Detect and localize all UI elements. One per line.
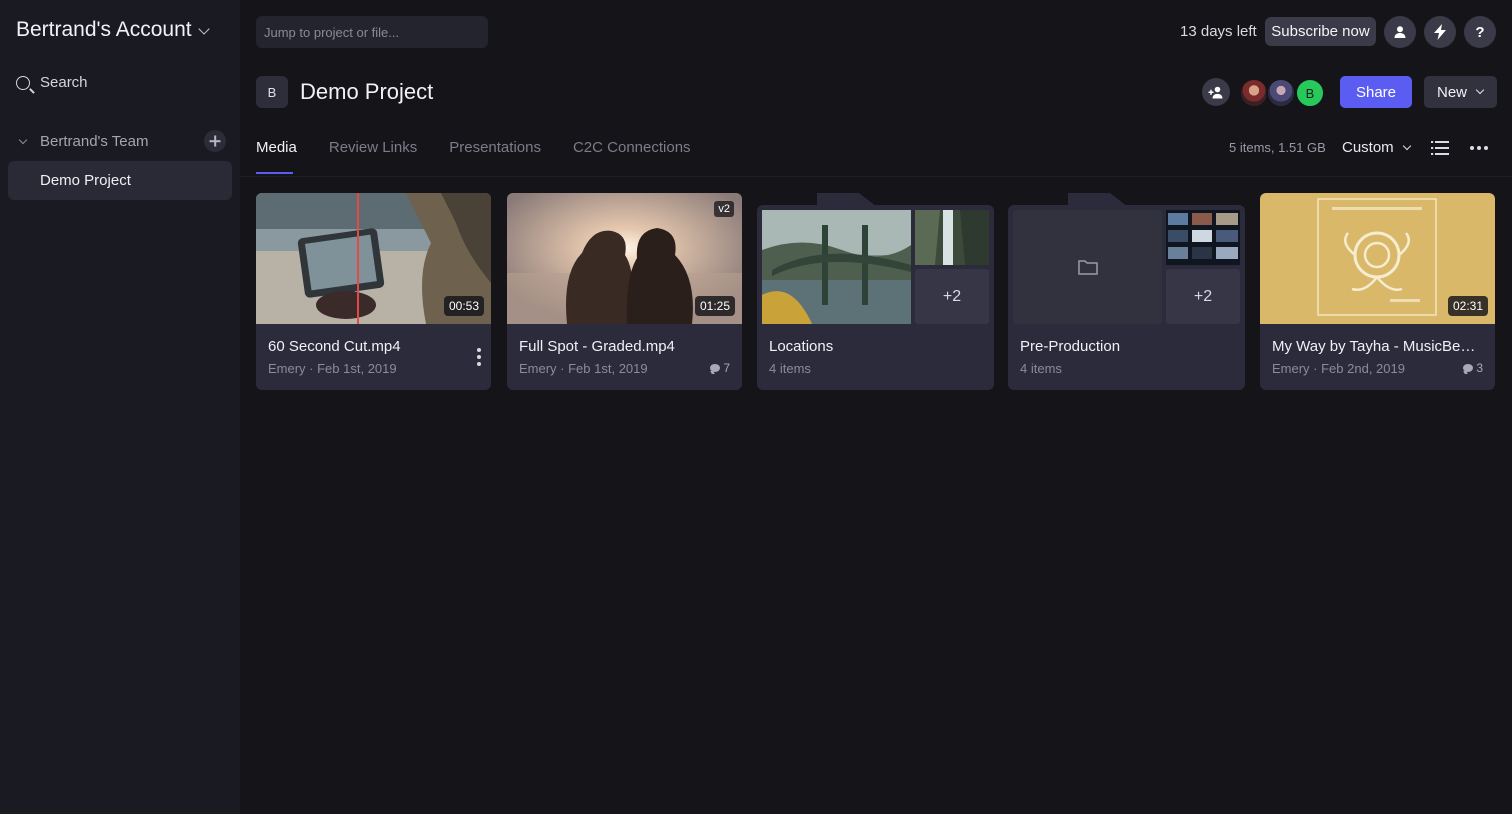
more-icon[interactable]	[1470, 146, 1488, 150]
help-icon: ?	[1475, 23, 1485, 41]
add-project-button[interactable]	[204, 130, 226, 152]
card-meta: 4 items	[1020, 361, 1062, 376]
card-title[interactable]: My Way by Tayha - MusicBed.mp3	[1272, 338, 1482, 355]
add-user-icon	[1208, 86, 1223, 98]
chevron-down-icon	[197, 23, 210, 35]
account-switcher[interactable]: Bertrand's Account	[16, 18, 210, 42]
team-name: Bertrand's Team	[40, 132, 149, 150]
video-thumbnail[interactable]: 00:53	[256, 193, 491, 324]
account-button[interactable]	[1384, 16, 1416, 48]
sidebar: Bertrand's Account Search Bertrand's Tea…	[0, 0, 240, 814]
sidebar-search-label: Search	[40, 74, 88, 91]
media-card[interactable]: 02:31 My Way by Tayha - MusicBed.mp3 Eme…	[1260, 193, 1495, 390]
tab-c2c-connections[interactable]: C2C Connections	[573, 139, 691, 174]
comment-icon	[710, 364, 721, 372]
folder-icon	[1077, 260, 1098, 275]
folder-placeholder	[1013, 210, 1162, 324]
card-meta: Emery · Feb 2nd, 2019	[1272, 361, 1405, 376]
help-button[interactable]: ?	[1464, 16, 1496, 48]
list-view-icon[interactable]	[1431, 141, 1449, 155]
avatar[interactable]	[1239, 78, 1269, 108]
new-button[interactable]: New	[1424, 76, 1497, 108]
folder-thumbnail-storyboard	[1166, 210, 1240, 265]
sidebar-item-demo-project[interactable]: Demo Project	[8, 161, 232, 200]
avatar-initial: B	[1305, 85, 1315, 101]
trial-days-left: 13 days left	[1180, 23, 1257, 40]
avatar[interactable]: B	[1295, 78, 1325, 108]
duration-badge: 00:53	[443, 296, 484, 316]
folder-card[interactable]: +2 Pre-Production 4 items	[1008, 193, 1245, 390]
new-button-label: New	[1437, 83, 1468, 101]
card-meta: 4 items	[769, 361, 811, 376]
card-title[interactable]: Pre-Production	[1020, 338, 1230, 355]
tab-presentations[interactable]: Presentations	[449, 139, 541, 174]
sidebar-team[interactable]: Bertrand's Team	[16, 130, 226, 152]
card-meta: Emery · Feb 1st, 2019	[519, 361, 648, 376]
card-meta: Emery · Feb 1st, 2019	[268, 361, 397, 376]
audio-thumbnail[interactable]: 02:31	[1260, 193, 1495, 324]
version-badge[interactable]: v2	[714, 201, 734, 217]
user-icon	[1394, 26, 1406, 38]
search-icon	[16, 75, 30, 90]
chevron-down-icon	[1475, 85, 1485, 95]
avatar[interactable]	[1266, 78, 1296, 108]
comment-count-value: 3	[1476, 361, 1483, 375]
add-member-button[interactable]	[1202, 78, 1230, 106]
account-name: Bertrand's Account	[16, 18, 192, 41]
card-title[interactable]: 60 Second Cut.mp4	[268, 338, 478, 355]
card-title[interactable]: Locations	[769, 338, 979, 355]
subscribe-button[interactable]: Subscribe now	[1265, 17, 1376, 46]
chevron-down-icon	[1402, 141, 1411, 150]
chevron-down-icon[interactable]	[18, 135, 28, 144]
tab-review-links[interactable]: Review Links	[329, 139, 417, 174]
video-thumbnail[interactable]: v2 01:25	[507, 193, 742, 324]
tab-bar: Media Review Links Presentations C2C Con…	[256, 139, 691, 174]
media-card[interactable]: v2 01:25 Full Spot - Graded.mp4 Emery · …	[507, 193, 742, 390]
items-count: 5 items, 1.51 GB	[1229, 140, 1326, 155]
divider	[240, 176, 1512, 177]
bolt-icon	[1434, 24, 1446, 40]
sort-dropdown[interactable]: Custom	[1342, 139, 1411, 156]
media-card[interactable]: 00:53 60 Second Cut.mp4 Emery · Feb 1st,…	[256, 193, 491, 390]
duration-badge: 01:25	[694, 296, 735, 316]
sort-label: Custom	[1342, 139, 1394, 156]
comment-count: 3	[1463, 361, 1483, 375]
share-button[interactable]: Share	[1340, 76, 1412, 108]
whats-new-button[interactable]	[1424, 16, 1456, 48]
more-items-indicator: +2	[915, 269, 989, 324]
tab-media[interactable]: Media	[256, 139, 297, 174]
duration-badge: 02:31	[1447, 296, 1488, 316]
card-title[interactable]: Full Spot - Graded.mp4	[519, 338, 729, 355]
folder-card[interactable]: +2 Locations 4 items	[757, 193, 994, 390]
sidebar-search[interactable]: Search	[16, 74, 88, 91]
sidebar-item-label: Demo Project	[40, 172, 131, 189]
page-title: Demo Project	[300, 79, 434, 104]
jump-search-input[interactable]	[256, 16, 488, 48]
card-menu-icon[interactable]	[477, 348, 481, 366]
comment-count-value: 7	[723, 361, 730, 375]
project-badge: B	[256, 76, 288, 108]
folder-thumbnail-waterfall	[915, 210, 989, 265]
more-items-indicator: +2	[1166, 269, 1240, 324]
folder-thumbnail-bridge	[762, 210, 911, 324]
comment-count: 7	[710, 361, 730, 375]
comment-icon	[1463, 364, 1474, 372]
